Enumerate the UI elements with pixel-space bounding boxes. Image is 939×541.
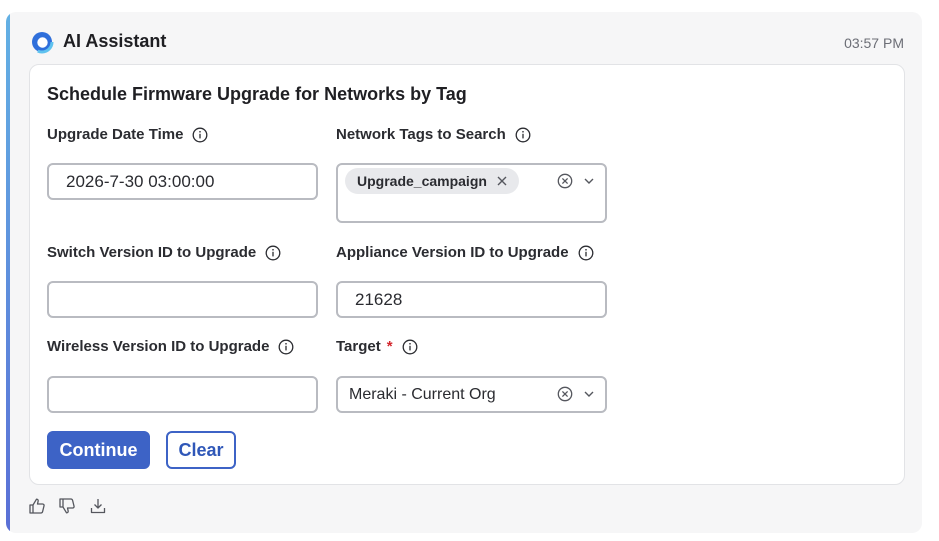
appliance-version-label-text: Appliance Version ID to Upgrade xyxy=(336,244,569,261)
switch-version-input[interactable] xyxy=(47,281,318,318)
target-label-text: Target xyxy=(336,338,381,355)
form-title: Schedule Firmware Upgrade for Networks b… xyxy=(47,84,467,104)
clear-selection-icon[interactable] xyxy=(557,386,573,402)
upgrade-date-time-label-text: Upgrade Date Time xyxy=(47,126,184,143)
network-tags-label: Network Tags to Search xyxy=(336,126,531,143)
message-timestamp: 03:57 PM xyxy=(844,35,904,51)
switch-version-label-text: Switch Version ID to Upgrade xyxy=(47,244,257,261)
assistant-message-panel: AI Assistant 03:57 PM Schedule Firmware … xyxy=(6,12,922,533)
wireless-version-label: Wireless Version ID to Upgrade xyxy=(47,338,294,355)
switch-version-label: Switch Version ID to Upgrade xyxy=(47,244,281,261)
target-select-value: Meraki - Current Org xyxy=(349,386,496,403)
continue-button[interactable]: Continue xyxy=(47,431,150,469)
wireless-version-label-text: Wireless Version ID to Upgrade xyxy=(47,338,270,355)
tag-chip: Upgrade_campaign xyxy=(345,168,519,194)
assistant-title: AI Assistant xyxy=(63,31,167,51)
info-icon[interactable] xyxy=(278,339,294,355)
upgrade-date-time-input[interactable]: 2026-7-30 03:00:00 xyxy=(47,163,318,200)
wireless-version-input[interactable] xyxy=(47,376,318,413)
message-header: AI Assistant 03:57 PM xyxy=(30,29,904,55)
network-tags-label-text: Network Tags to Search xyxy=(336,126,506,143)
upgrade-date-time-label: Upgrade Date Time xyxy=(47,126,208,143)
appliance-version-label: Appliance Version ID to Upgrade xyxy=(336,244,594,261)
appliance-version-input[interactable]: 21628 xyxy=(336,281,607,318)
info-icon[interactable] xyxy=(515,127,531,143)
info-icon[interactable] xyxy=(402,339,418,355)
thumbs-up-icon[interactable] xyxy=(28,497,46,515)
target-select[interactable]: Meraki - Current Org xyxy=(336,376,607,413)
download-icon[interactable] xyxy=(89,497,107,515)
remove-tag-icon[interactable] xyxy=(496,175,508,187)
info-icon[interactable] xyxy=(578,245,594,261)
network-tags-multiselect[interactable]: Upgrade_campaign xyxy=(336,163,607,223)
ai-assistant-logo-icon xyxy=(30,30,54,54)
firmware-upgrade-form: Schedule Firmware Upgrade for Networks b… xyxy=(29,64,905,485)
clear-button[interactable]: Clear xyxy=(166,431,236,469)
info-icon[interactable] xyxy=(192,127,208,143)
target-label: Target * xyxy=(336,338,418,355)
info-icon[interactable] xyxy=(265,245,281,261)
chevron-down-icon[interactable] xyxy=(583,175,595,187)
tag-chip-label: Upgrade_campaign xyxy=(357,173,487,189)
chevron-down-icon[interactable] xyxy=(583,388,595,400)
clear-selection-icon[interactable] xyxy=(557,173,573,189)
thumbs-down-icon[interactable] xyxy=(58,497,76,515)
required-marker: * xyxy=(386,338,393,355)
message-accent-bar xyxy=(6,12,10,533)
